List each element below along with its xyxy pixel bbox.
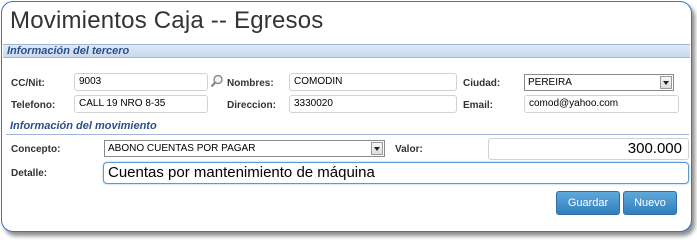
nombres-field[interactable]: COMODIN [289,73,457,91]
direccion-label: Direccion: [227,100,276,111]
magnifier-icon[interactable] [210,74,224,93]
concepto-label: Concepto: [11,144,61,155]
egresos-window: Movimientos Caja -- Egresos Información … [1,1,692,232]
valor-label: Valor: [395,144,423,155]
section-bar-tercero: Información del tercero [3,44,690,58]
ciudad-select[interactable]: PEREIRA [524,74,674,91]
concepto-select[interactable]: ABONO CUENTAS POR PAGAR [104,140,385,157]
email-label: Email: [463,100,494,111]
ciudad-label: Ciudad: [463,78,501,89]
detalle-field[interactable]: Cuentas por mantenimiento de máquina [103,162,689,184]
section-title-movimiento: Información del movimiento [10,120,157,132]
section-title-tercero: Información del tercero [7,45,130,57]
nuevo-button[interactable]: Nuevo [623,191,677,215]
detalle-label: Detalle: [11,168,48,179]
email-field[interactable]: comod@yahoo.com [524,95,679,113]
section-divider [6,134,689,135]
ccnit-field[interactable]: 9003 [74,73,208,91]
direccion-field[interactable]: 3330020 [289,95,457,113]
valor-field[interactable]: 300.000 [488,138,689,160]
telefono-field[interactable]: CALL 19 NRO 8-35 [74,95,208,113]
ciudad-select-value: PEREIRA [528,77,572,88]
chevron-down-icon[interactable] [660,76,672,89]
guardar-button[interactable]: Guardar [556,191,620,215]
ccnit-label: CC/Nit: [11,78,45,89]
nombres-label: Nombres: [227,78,274,89]
page-title: Movimientos Caja -- Egresos [10,7,324,34]
chevron-down-icon[interactable] [371,142,383,155]
telefono-label: Telefono: [11,100,56,111]
concepto-select-value: ABONO CUENTAS POR PAGAR [108,143,256,154]
